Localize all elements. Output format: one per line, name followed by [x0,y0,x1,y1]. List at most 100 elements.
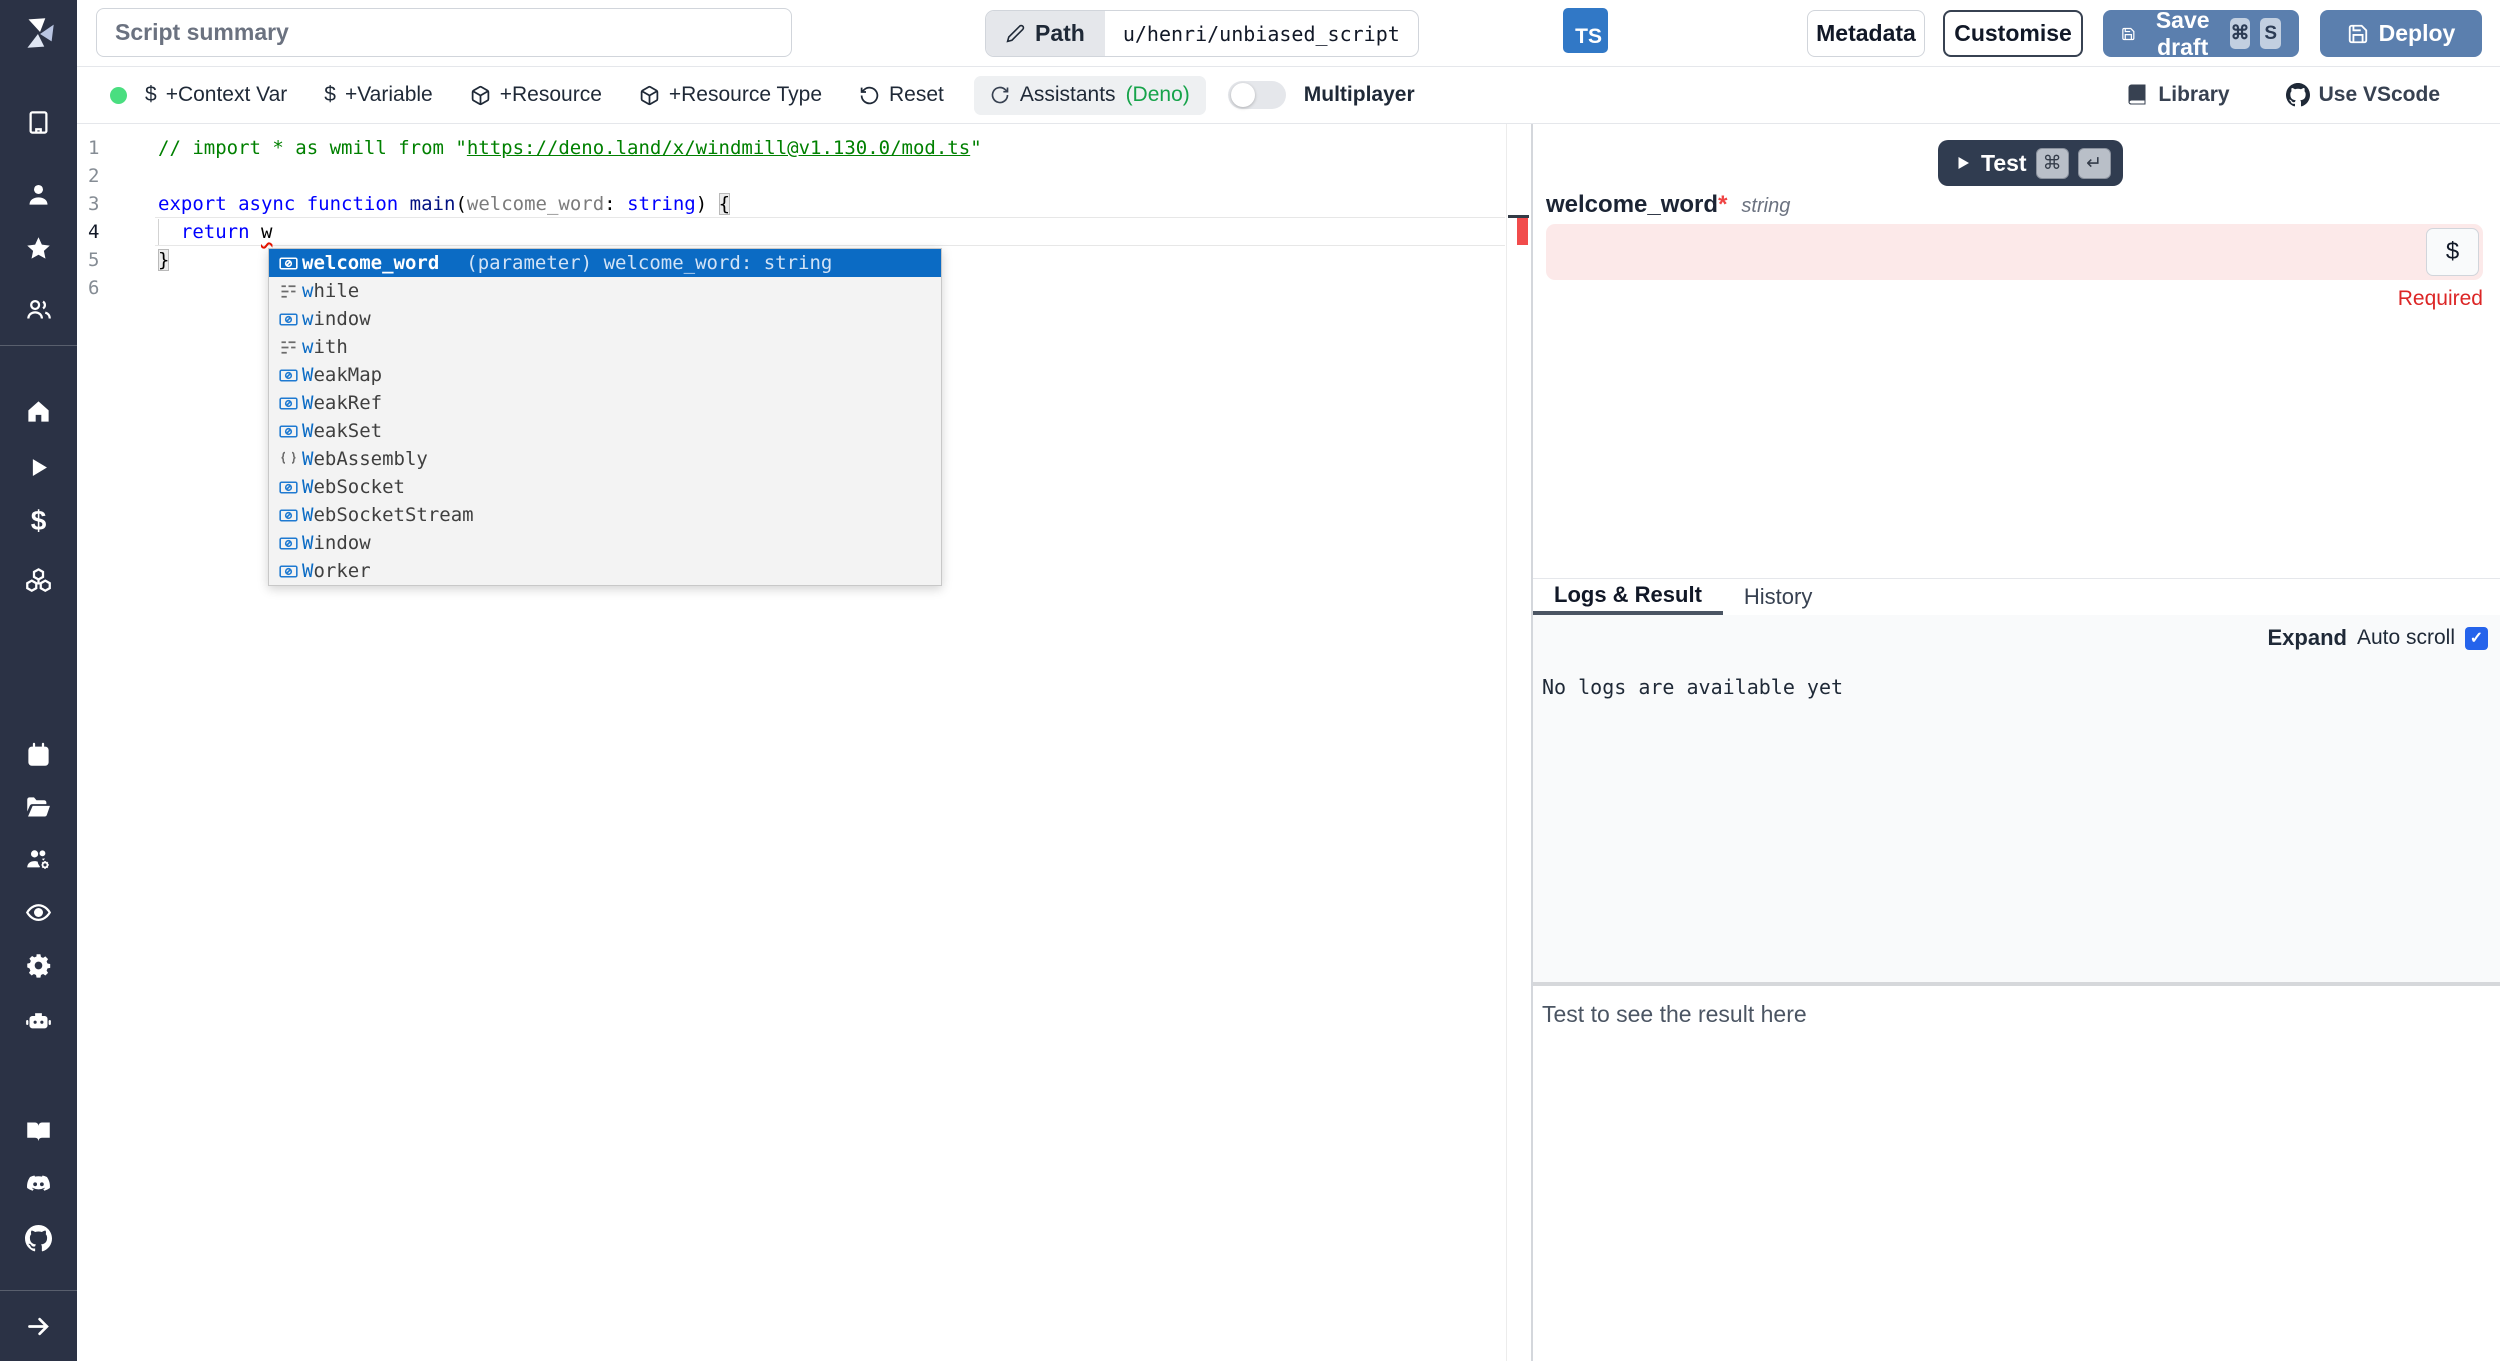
result-placeholder: Test to see the result here [1542,1001,1807,1028]
customise-button[interactable]: Customise [1943,10,2083,57]
variable-symbol-icon [274,421,302,442]
autocomplete-item-WebSocket[interactable]: WebSocket [269,473,941,501]
sidebar-item-user[interactable] [24,179,54,209]
sidebar-item-folder-open[interactable] [24,792,54,822]
code-line[interactable]: 3export async function main(welcome_word… [77,190,1531,218]
test-button[interactable]: Test ⌘ ↵ [1938,140,2123,186]
sidebar-item-building[interactable] [24,107,54,137]
autocomplete-item-WeakMap[interactable]: WeakMap [269,361,941,389]
package-icon [639,85,660,106]
reset-label: Reset [889,83,944,107]
star-icon [25,235,52,262]
assistants-lang: (Deno) [1126,83,1190,107]
autocomplete-item-WeakRef[interactable]: WeakRef [269,389,941,417]
add-resource-button[interactable]: +Resource [470,83,602,107]
code-line[interactable]: 4 return w [77,218,1531,246]
required-asterisk: * [1718,191,1727,218]
use-vscode-button[interactable]: Use VScode [2286,83,2440,107]
sidebar-item-users[interactable] [24,294,54,324]
autocomplete-item-WebSocketStream[interactable]: WebSocketStream [269,501,941,529]
result-area: Test to see the result here [1533,986,2500,1361]
sidebar-item-gear[interactable] [24,950,54,980]
variable-symbol-icon [274,505,302,526]
home-icon [25,398,52,425]
sidebar-item-discord[interactable] [24,1169,54,1199]
sidebar-item-arrow-right[interactable] [24,1311,54,1341]
autocomplete-label: WeakMap [302,364,382,386]
line-number: 4 [77,218,158,246]
sidebar-item-dollar[interactable]: $ [24,506,54,536]
autocomplete-label: with [302,336,348,358]
expand-button[interactable]: Expand [2267,625,2346,651]
sidebar-item-play[interactable] [24,452,54,482]
autocomplete-label: Window [302,532,371,554]
library-button[interactable]: Library [2125,83,2229,107]
autocomplete-label: WebSocket [302,476,405,498]
tab-logs-result[interactable]: Logs & Result [1533,579,1723,615]
eye-icon [25,899,52,926]
add-context-var-button[interactable]: $ +Context Var [145,83,287,107]
path-value[interactable]: u/henri/unbiased_script [1105,11,1418,56]
multiplayer-toggle[interactable] [1228,81,1286,109]
autocomplete-item-WeakSet[interactable]: WeakSet [269,417,941,445]
add-variable-button[interactable]: $ +Variable [324,83,432,107]
windmill-logo[interactable] [18,12,60,54]
sidebar-item-boxes[interactable] [24,564,54,594]
welcome-word-input[interactable]: $ [1546,224,2483,280]
sidebar-item-robot[interactable] [24,1005,54,1035]
sidebar-item-star[interactable] [24,233,54,263]
variable-symbol-icon [274,477,302,498]
auto-scroll-label: Auto scroll [2357,626,2455,650]
field-header: welcome_word* string [1546,191,1790,219]
autocomplete-item-WebAssembly[interactable]: WebAssembly [269,445,941,473]
autocomplete-item-Worker[interactable]: Worker [269,557,941,585]
status-dot [110,87,127,104]
sidebar-item-eye[interactable] [24,897,54,927]
sidebar-item-home[interactable] [24,396,54,426]
autocomplete-item-welcome_word[interactable]: welcome_word(parameter) welcome_word: st… [269,249,941,277]
kbd-cmd: ⌘ [2036,148,2069,179]
autocomplete-item-with[interactable]: with [269,333,941,361]
module-symbol-icon [274,449,302,470]
sidebar-item-github[interactable] [24,1223,54,1253]
variable-symbol-icon [274,365,302,386]
multiplayer-label: Multiplayer [1304,83,1415,107]
field-name: welcome_word [1546,191,1718,218]
save-draft-button[interactable]: Save draft ⌘ S [2103,10,2299,57]
deploy-button[interactable]: Deploy [2320,10,2482,57]
add-variable-label: +Variable [345,83,433,107]
sidebar-divider [0,1290,77,1291]
autocomplete-item-while[interactable]: while [269,277,941,305]
autocomplete-label: WeakRef [302,392,382,414]
save-icon [2347,23,2369,45]
sidebar-item-users-cog[interactable] [24,844,54,874]
edit-path-button[interactable]: Path [986,11,1105,56]
code-line[interactable]: 2 [77,162,1531,190]
deploy-label: Deploy [2379,20,2456,47]
reset-button[interactable]: Reset [859,83,944,107]
code-editor[interactable]: 1// import * as wmill from "https://deno… [77,124,1531,1361]
add-resource-type-button[interactable]: +Resource Type [639,83,822,107]
metadata-button[interactable]: Metadata [1807,10,1925,57]
autocomplete-label: WeakSet [302,420,382,442]
book-icon [25,1118,52,1145]
auto-scroll-checkbox[interactable]: ✓ [2465,627,2488,650]
variable-symbol-icon [274,393,302,414]
autocomplete-item-Window[interactable]: Window [269,529,941,557]
code-line[interactable]: 1// import * as wmill from "https://deno… [77,134,1531,162]
tab-history[interactable]: History [1723,579,1833,615]
script-summary-input[interactable] [96,8,792,57]
autocomplete-label: Worker [302,560,371,582]
path-group: Path u/henri/unbiased_script [985,10,1419,57]
sidebar-item-calendar[interactable] [24,739,54,769]
no-logs-message: No logs are available yet [1542,675,1843,699]
sidebar-item-book[interactable] [24,1116,54,1146]
line-number: 6 [77,274,158,302]
insert-variable-button[interactable]: $ [2426,228,2479,276]
add-context-var-label: +Context Var [166,83,288,107]
autocomplete-label: WebAssembly [302,448,428,470]
assistants-button[interactable]: Assistants (Deno) [974,76,1206,115]
required-hint: Required [2398,287,2483,311]
autocomplete-item-window[interactable]: window [269,305,941,333]
boxes-icon [25,566,52,593]
